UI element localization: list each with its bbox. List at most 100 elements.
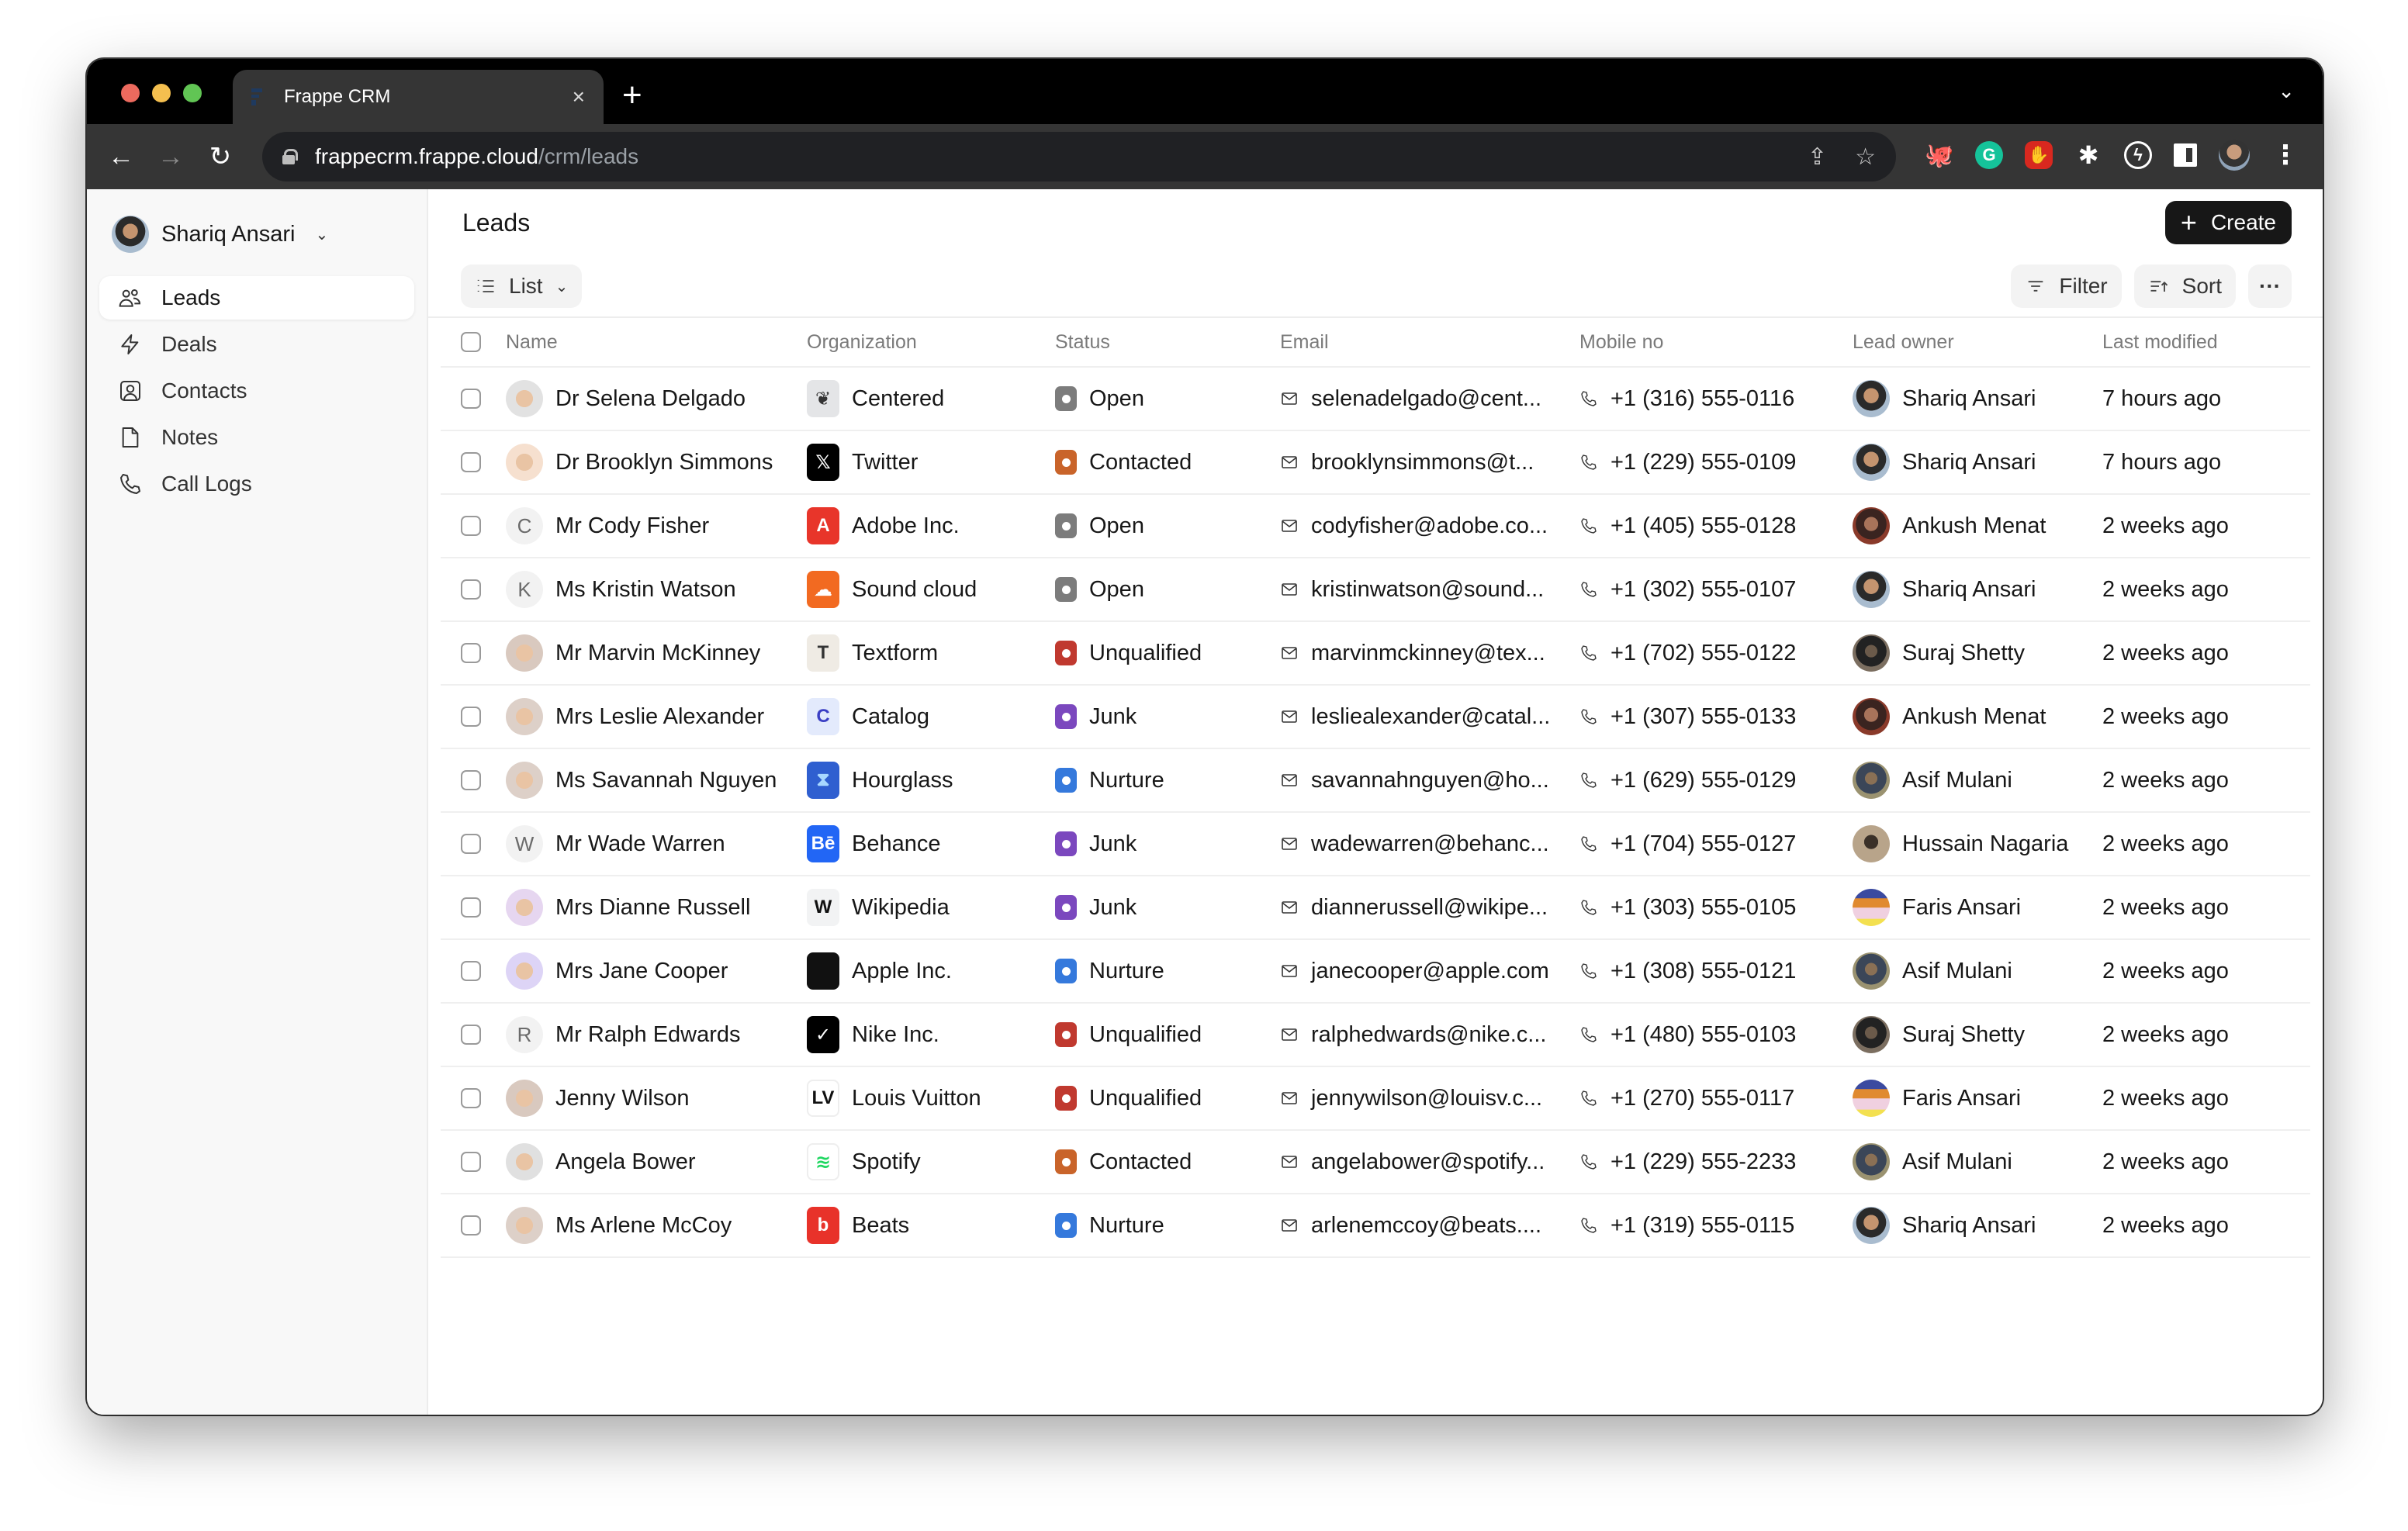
table-row[interactable]: Mr Marvin McKinney T Textform Unqualifie… xyxy=(441,622,2310,686)
select-all-cell xyxy=(461,332,506,352)
owner-name: Hussain Nagaria xyxy=(1902,831,2069,856)
row-select-cell xyxy=(461,707,506,727)
column-header-last-modified[interactable]: Last modified xyxy=(2102,331,2304,354)
back-button[interactable]: ← xyxy=(96,142,146,172)
organization-logo-icon: A xyxy=(807,507,839,544)
more-options-button[interactable]: ··· xyxy=(2248,264,2292,308)
organization-name: Sound cloud xyxy=(852,576,977,602)
sidebar-item-contacts[interactable]: Contacts xyxy=(99,369,414,413)
column-header-email[interactable]: Email xyxy=(1280,331,1579,354)
lead-owner-cell: Suraj Shetty xyxy=(1853,634,2102,672)
row-checkbox[interactable] xyxy=(461,1152,481,1172)
table-row[interactable]: R Mr Ralph Edwards ✓ Nike Inc. Unqualifi… xyxy=(441,1004,2310,1067)
lead-name: Ms Kristin Watson xyxy=(555,576,736,602)
table-row[interactable]: Mrs Dianne Russell W Wikipedia Junk dian… xyxy=(441,876,2310,940)
maximize-window-button[interactable] xyxy=(183,84,202,102)
mobile-value: +1 (308) 555-0121 xyxy=(1611,958,1797,983)
row-checkbox[interactable] xyxy=(461,770,481,790)
view-controls: List ⌄ Filter Sort ··· xyxy=(428,256,2323,318)
lead-owner-cell: Ankush Menat xyxy=(1853,507,2102,544)
row-checkbox[interactable] xyxy=(461,961,481,981)
bookmark-star-icon[interactable]: ☆ xyxy=(1855,143,1876,171)
select-all-checkbox[interactable] xyxy=(461,332,481,352)
status-label: Nurture xyxy=(1089,1212,1164,1238)
last-modified-value: 2 weeks ago xyxy=(2102,1021,2229,1047)
user-menu[interactable]: Shariq Ansari ⌄ xyxy=(99,211,414,257)
table-row[interactable]: Jenny Wilson LV Louis Vuitton Unqualifie… xyxy=(441,1067,2310,1131)
status-indicator-icon xyxy=(1055,513,1077,538)
column-header-organization[interactable]: Organization xyxy=(807,331,1055,354)
table-row[interactable]: W Mr Wade Warren Bē Behance Junk wadewar… xyxy=(441,813,2310,876)
filter-button[interactable]: Filter xyxy=(2011,264,2122,308)
tab-search-chevron-icon[interactable]: ⌄ xyxy=(2278,79,2295,103)
column-header-name[interactable]: Name xyxy=(506,331,807,354)
close-window-button[interactable] xyxy=(121,84,140,102)
adblock-icon[interactable]: ✋ xyxy=(2025,141,2053,169)
table-row[interactable]: Mrs Jane Cooper Apple Inc. Nurture janec… xyxy=(441,940,2310,1004)
profile-avatar[interactable] xyxy=(2219,140,2250,171)
table-row[interactable]: Dr Brooklyn Simmons 𝕏 Twitter Contacted … xyxy=(441,431,2310,495)
row-checkbox[interactable] xyxy=(461,1088,481,1108)
row-checkbox[interactable] xyxy=(461,1215,481,1236)
row-checkbox[interactable] xyxy=(461,579,481,600)
reload-button[interactable]: ↻ xyxy=(195,141,245,172)
sidebar-item-deals[interactable]: Deals xyxy=(99,323,414,366)
sidebar-item-leads[interactable]: Leads xyxy=(99,276,414,320)
table-row[interactable]: K Ms Kristin Watson ☁ Sound cloud Open k… xyxy=(441,558,2310,622)
crm-app: Shariq Ansari ⌄ Leads Deals Contacts Not… xyxy=(87,189,2323,1415)
row-checkbox[interactable] xyxy=(461,707,481,727)
table-row[interactable]: C Mr Cody Fisher A Adobe Inc. Open codyf… xyxy=(441,495,2310,558)
last-modified-cell: 2 weeks ago xyxy=(2102,959,2304,984)
address-bar[interactable]: frappecrm.frappe.cloud/crm/leads ⇪ ☆ xyxy=(262,132,1896,181)
puzzle-extensions-icon[interactable]: ✱ xyxy=(2074,141,2102,169)
row-checkbox[interactable] xyxy=(461,897,481,918)
table-row[interactable]: Ms Savannah Nguyen ⧗ Hourglass Nurture s… xyxy=(441,749,2310,813)
browser-tab[interactable]: Frappe CRM × xyxy=(233,70,604,124)
column-header-status[interactable]: Status xyxy=(1055,331,1280,354)
chevron-down-icon: ⌄ xyxy=(555,278,569,295)
last-modified-cell: 2 weeks ago xyxy=(2102,641,2304,666)
mail-icon xyxy=(1282,710,1297,723)
kebab-menu-icon[interactable]: ⋮ xyxy=(2271,140,2299,170)
sidebar-item-notes[interactable]: Notes xyxy=(99,416,414,459)
mail-icon xyxy=(1282,901,1297,914)
octocat-extension-icon[interactable]: 🐙 xyxy=(1925,141,1953,169)
sort-label: Sort xyxy=(2181,274,2222,298)
new-tab-button[interactable]: + xyxy=(622,76,642,115)
sort-button[interactable]: Sort xyxy=(2133,264,2236,308)
table-row[interactable]: Mrs Leslie Alexander C Catalog Junk lesl… xyxy=(441,686,2310,749)
row-select-cell xyxy=(461,1088,506,1108)
leaf-bolt-extension-icon[interactable]: ϟ xyxy=(2124,141,2152,169)
sidepanel-icon[interactable] xyxy=(2174,143,2197,167)
mobile-cell: +1 (702) 555-0122 xyxy=(1579,641,1853,666)
row-checkbox[interactable] xyxy=(461,452,481,472)
owner-avatar xyxy=(1853,444,1890,481)
row-checkbox[interactable] xyxy=(461,1025,481,1045)
owner-name: Faris Ansari xyxy=(1902,894,2022,920)
table-row[interactable]: Dr Selena Delgado ❦ Centered Open selena… xyxy=(441,368,2310,431)
row-checkbox[interactable] xyxy=(461,834,481,854)
email-cell: janecooper@apple.com xyxy=(1280,959,1579,984)
create-button[interactable]: + Create xyxy=(2164,201,2292,244)
organization-logo-icon: ☁ xyxy=(807,571,839,608)
owner-avatar xyxy=(1853,825,1890,862)
mobile-value: +1 (702) 555-0122 xyxy=(1611,640,1797,665)
row-checkbox[interactable] xyxy=(461,516,481,536)
row-checkbox[interactable] xyxy=(461,389,481,409)
grammarly-icon[interactable]: G xyxy=(1975,141,2003,169)
owner-name: Asif Mulani xyxy=(1902,767,2012,793)
lead-name: Jenny Wilson xyxy=(555,1085,690,1111)
owner-avatar xyxy=(1853,1207,1890,1244)
row-checkbox[interactable] xyxy=(461,643,481,663)
column-header-lead-owner[interactable]: Lead owner xyxy=(1853,331,2102,354)
close-tab-icon[interactable]: × xyxy=(573,85,585,109)
share-icon[interactable]: ⇪ xyxy=(1808,143,1827,171)
table-row[interactable]: Ms Arlene McCoy b Beats Nurture arlenemc… xyxy=(441,1194,2310,1258)
table-row[interactable]: Angela Bower ≋ Spotify Contacted angelab… xyxy=(441,1131,2310,1194)
status-label: Junk xyxy=(1089,831,1137,856)
minimize-window-button[interactable] xyxy=(152,84,171,102)
column-header-mobile[interactable]: Mobile no xyxy=(1579,331,1853,354)
sidebar-item-call-logs[interactable]: Call Logs xyxy=(99,462,414,506)
forward-button[interactable]: → xyxy=(146,142,195,172)
view-switcher-dropdown[interactable]: List ⌄ xyxy=(461,264,583,308)
